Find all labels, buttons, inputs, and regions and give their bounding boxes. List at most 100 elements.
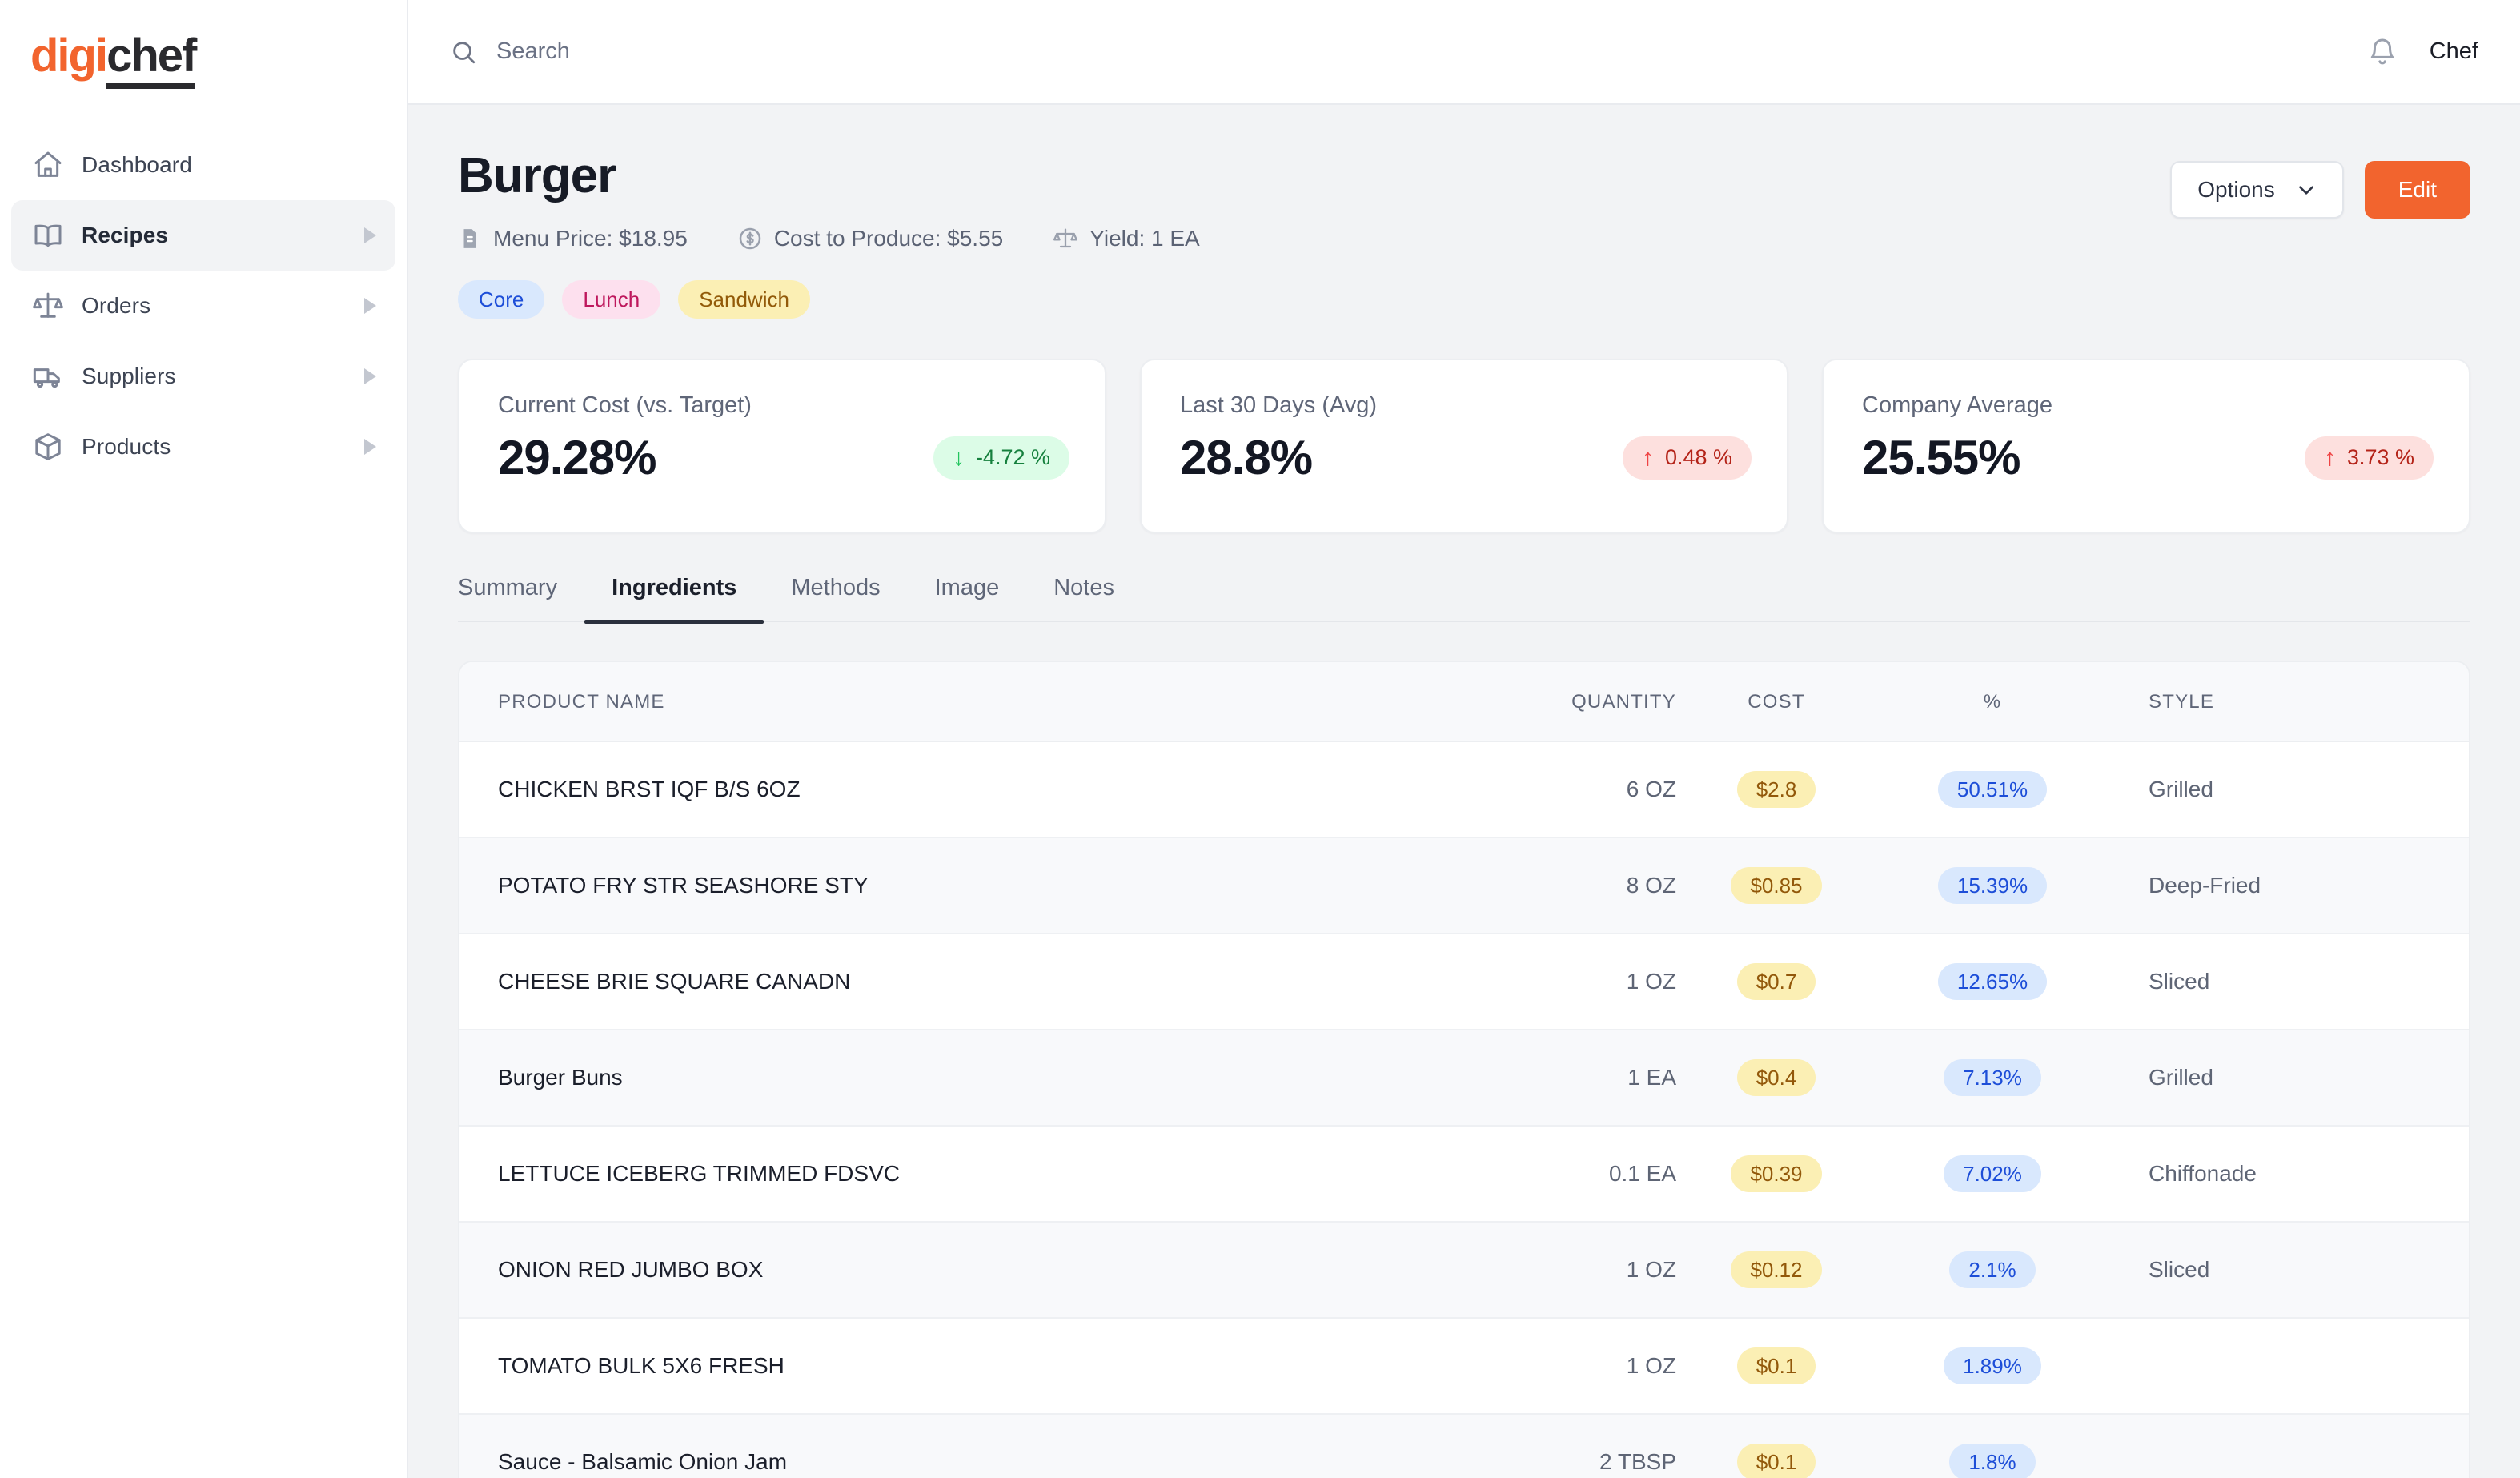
- cell-quantity: 1 EA: [1412, 1030, 1676, 1127]
- table-row[interactable]: LETTUCE ICEBERG TRIMMED FDSVC 0.1 EA $0.…: [459, 1126, 2469, 1223]
- column-header-percent[interactable]: %: [1876, 662, 2109, 743]
- cell-style: [2109, 1414, 2469, 1478]
- page-content: Burger Menu Price: $18.95 Cost to Produc…: [408, 105, 2520, 1478]
- chevron-right-icon: [364, 368, 376, 384]
- brand-logo-part1: digi: [30, 30, 108, 82]
- percent-pill: 15.39%: [1937, 867, 2048, 905]
- search-bar[interactable]: [450, 38, 2367, 66]
- ingredients-table-card: PRODUCT NAME QUANTITY COST % STYLE CHICK…: [458, 661, 2470, 1478]
- cost-pill: $0.7: [1736, 963, 1816, 1001]
- sidebar-item-dashboard[interactable]: Dashboard: [11, 130, 395, 200]
- options-button[interactable]: Options: [2170, 161, 2344, 219]
- tab-methods[interactable]: Methods: [764, 575, 907, 622]
- stat-delta-value: 3.73 %: [2346, 445, 2414, 470]
- arrow-up-icon: ↑: [1641, 444, 1654, 471]
- tab-notes[interactable]: Notes: [1026, 575, 1142, 622]
- stat-label: Last 30 Days (Avg): [1180, 392, 1378, 419]
- chevron-right-icon: [364, 439, 376, 455]
- topbar: Chef: [408, 0, 2520, 105]
- cell-quantity: 1 OZ: [1412, 934, 1676, 1031]
- chevron-right-icon: [364, 298, 376, 314]
- cell-percent: 15.39%: [1876, 837, 2109, 935]
- tag-sandwich[interactable]: Sandwich: [678, 280, 810, 319]
- stat-delta-value: -4.72 %: [975, 445, 1050, 470]
- table-row[interactable]: CHEESE BRIE SQUARE CANADN 1 OZ $0.7 12.6…: [459, 934, 2469, 1031]
- cell-product-name: Burger Buns: [459, 1030, 1412, 1127]
- cell-quantity: 6 OZ: [1412, 741, 1676, 839]
- table-row[interactable]: TOMATO BULK 5X6 FRESH 1 OZ $0.1 1.89%: [459, 1318, 2469, 1416]
- cost-pill: $0.39: [1731, 1155, 1822, 1193]
- meta-yield: Yield: 1 EA: [1053, 226, 1200, 251]
- tab-image[interactable]: Image: [908, 575, 1027, 622]
- cell-style: Grilled: [2109, 1030, 2469, 1127]
- table-row[interactable]: ONION RED JUMBO BOX 1 OZ $0.12 2.1% Slic…: [459, 1222, 2469, 1319]
- search-icon: [450, 38, 477, 66]
- tag-lunch[interactable]: Lunch: [562, 280, 661, 319]
- sidebar: digichef Dashboard Recipes Orders Suppli…: [0, 0, 408, 1478]
- column-header-cost[interactable]: COST: [1676, 662, 1876, 743]
- notification-bell-icon[interactable]: [2367, 37, 2398, 67]
- sidebar-item-products[interactable]: Products: [11, 412, 395, 482]
- cell-cost: $0.39: [1676, 1126, 1876, 1223]
- user-name[interactable]: Chef: [2430, 38, 2478, 65]
- stat-card-company-average: Company Average 25.55% ↑ 3.73 %: [1822, 359, 2470, 534]
- scale-icon: [32, 290, 75, 322]
- cell-percent: 2.1%: [1876, 1222, 2109, 1319]
- brand-logo-part2: chef: [106, 30, 197, 89]
- tab-ingredients[interactable]: Ingredients: [584, 575, 764, 625]
- column-header-product-name[interactable]: PRODUCT NAME: [459, 662, 1412, 743]
- cell-cost: $2.8: [1676, 741, 1876, 839]
- sidebar-item-label: Dashboard: [82, 152, 192, 177]
- document-icon: [458, 227, 482, 251]
- meta-text: Menu Price: $18.95: [493, 226, 688, 251]
- cell-quantity: 8 OZ: [1412, 837, 1676, 935]
- percent-pill: 7.13%: [1944, 1059, 2041, 1097]
- stat-label: Company Average: [1862, 392, 2053, 419]
- sidebar-item-recipes[interactable]: Recipes: [11, 200, 395, 271]
- page-header-actions: Options Edit: [2170, 150, 2470, 219]
- box-icon: [32, 431, 75, 463]
- cell-quantity: 1 OZ: [1412, 1222, 1676, 1319]
- stat-delta-value: 0.48 %: [1664, 445, 1732, 470]
- cost-pill: $0.12: [1731, 1251, 1822, 1289]
- meta-text: Yield: 1 EA: [1089, 226, 1200, 251]
- tab-summary[interactable]: Summary: [458, 575, 584, 622]
- percent-pill: 1.8%: [1949, 1444, 2036, 1478]
- home-icon: [32, 149, 75, 181]
- stat-delta-badge: ↑ 0.48 %: [1622, 436, 1752, 480]
- cost-pill: $0.85: [1731, 867, 1822, 905]
- cell-style: Deep-Fried: [2109, 837, 2469, 935]
- edit-button[interactable]: Edit: [2364, 161, 2470, 219]
- sidebar-item-orders[interactable]: Orders: [11, 271, 395, 341]
- table-row[interactable]: CHICKEN BRST IQF B/S 6OZ 6 OZ $2.8 50.51…: [459, 741, 2469, 839]
- percent-pill: 1.89%: [1944, 1347, 2041, 1385]
- stat-value: 25.55%: [1862, 431, 2020, 485]
- cell-percent: 50.51%: [1876, 741, 2109, 839]
- stat-card-last-30-days: Last 30 Days (Avg) 28.8% ↑ 0.48 %: [1140, 359, 1788, 534]
- cell-product-name: Sauce - Balsamic Onion Jam: [459, 1414, 1412, 1478]
- book-icon: [32, 219, 75, 251]
- cell-product-name: LETTUCE ICEBERG TRIMMED FDSVC: [459, 1126, 1412, 1223]
- column-header-style[interactable]: STYLE: [2109, 662, 2469, 743]
- cell-product-name: CHEESE BRIE SQUARE CANADN: [459, 934, 1412, 1031]
- table-body: CHICKEN BRST IQF B/S 6OZ 6 OZ $2.8 50.51…: [459, 741, 2469, 1478]
- cell-quantity: 1 OZ: [1412, 1318, 1676, 1416]
- tag-core[interactable]: Core: [458, 280, 545, 319]
- column-header-quantity[interactable]: QUANTITY: [1412, 662, 1676, 743]
- brand-logo[interactable]: digichef: [0, 27, 407, 89]
- sidebar-item-label: Products: [82, 434, 171, 459]
- cell-quantity: 2 TBSP: [1412, 1414, 1676, 1478]
- stat-value: 29.28%: [498, 431, 656, 485]
- sidebar-item-suppliers[interactable]: Suppliers: [11, 341, 395, 412]
- cell-cost: $0.12: [1676, 1222, 1876, 1319]
- table-row[interactable]: POTATO FRY STR SEASHORE STY 8 OZ $0.85 1…: [459, 837, 2469, 935]
- arrow-up-icon: ↑: [2323, 444, 2336, 471]
- search-input[interactable]: [496, 38, 1057, 65]
- table-row[interactable]: Sauce - Balsamic Onion Jam 2 TBSP $0.1 1…: [459, 1414, 2469, 1478]
- stat-delta-badge: ↑ 3.73 %: [2304, 436, 2434, 480]
- cell-cost: $0.1: [1676, 1414, 1876, 1478]
- sidebar-nav: Dashboard Recipes Orders Suppliers Produ…: [0, 130, 407, 482]
- chevron-right-icon: [364, 227, 376, 243]
- cell-percent: 12.65%: [1876, 934, 2109, 1031]
- table-row[interactable]: Burger Buns 1 EA $0.4 7.13% Grilled: [459, 1030, 2469, 1127]
